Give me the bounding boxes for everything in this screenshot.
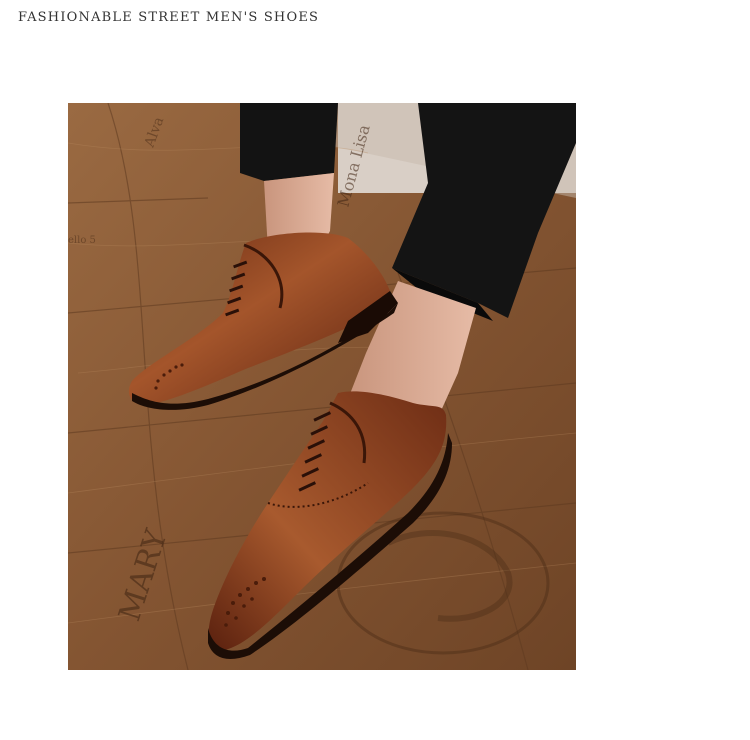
page-title: FASHIONABLE STREET MEN'S SHOES xyxy=(18,10,320,25)
product-photo: MARY Mona Lisa Alva ello 5 xyxy=(68,103,576,670)
floor-text-ello: ello 5 xyxy=(68,235,96,246)
product-page: FASHIONABLE STREET MEN'S SHOES MARY Mona… xyxy=(0,0,750,740)
